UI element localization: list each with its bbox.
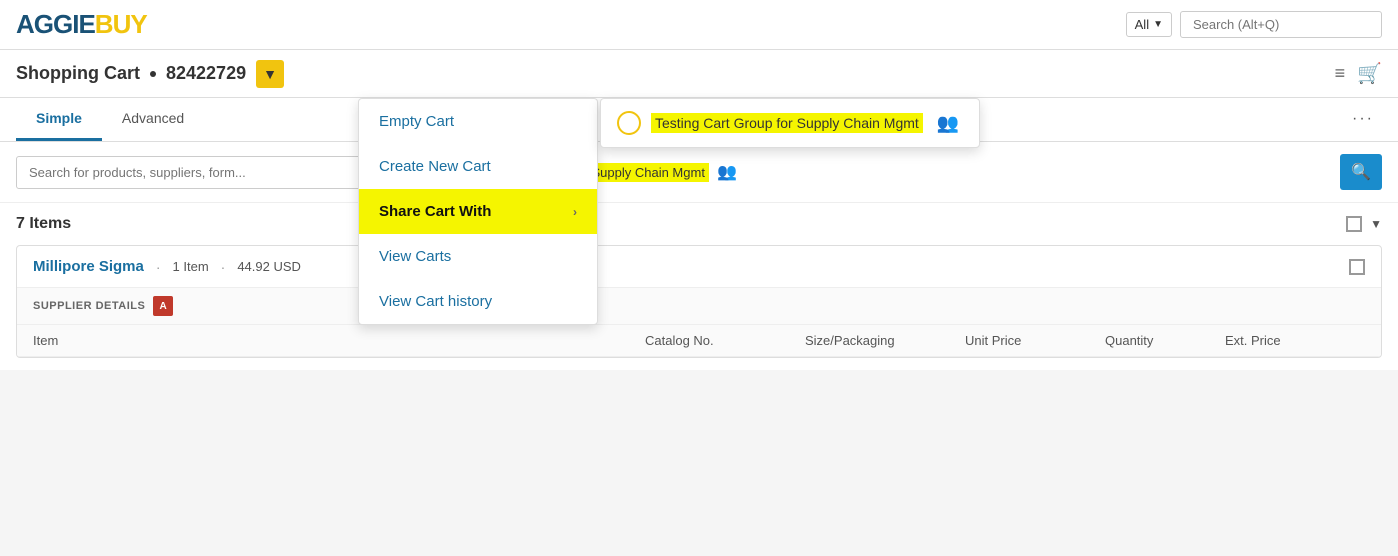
share-cart-group-text: Testing Cart Group for Supply Chain Mgmt (651, 113, 923, 133)
col-unit-price: Unit Price (965, 333, 1105, 348)
dropdown-arrow-icon: ▼ (263, 66, 277, 82)
cart-icon[interactable]: 🛒 (1357, 61, 1382, 86)
items-select-all[interactable]: ▼ (1346, 216, 1382, 232)
supplier-details-label: SUPPLIER DETAILS (33, 300, 145, 312)
col-catalog: Catalog No. (645, 333, 805, 348)
supplier-dot2: · (221, 259, 226, 275)
col-quantity: Quantity (1105, 333, 1225, 348)
cart-items-section: 7 Items ▼ Millipore Sigma · 1 Item · 44.… (0, 203, 1398, 370)
dropdown-item-view-carts[interactable]: View Carts (359, 234, 597, 279)
share-circle-icon (617, 111, 641, 135)
subheader: Shopping Cart 82422729 ▼ ≡ 🛒 Empty Cart … (0, 50, 1398, 98)
col-ext-price: Ext. Price (1225, 333, 1365, 348)
cart-dropdown-menu: Empty Cart Create New Cart Share Cart Wi… (358, 98, 598, 325)
menu-icon[interactable]: ≡ (1335, 63, 1346, 84)
app-header: AGGIE BUY All ▼ (0, 0, 1398, 50)
supplier-section: Millipore Sigma · 1 Item · 44.92 USD SUP… (16, 245, 1382, 358)
cart-dot (150, 71, 156, 77)
supplier-price: 44.92 USD (237, 259, 301, 274)
cart-title: Shopping Cart 82422729 ▼ (16, 60, 284, 88)
logo-aggie: AGGIE (16, 9, 95, 40)
logo-buy: BUY (95, 9, 147, 40)
tab-simple[interactable]: Simple (16, 98, 102, 141)
cart-number: 82422729 (166, 63, 246, 84)
supplier-name: Millipore Sigma (33, 258, 144, 275)
table-header: Item Catalog No. Size/Packaging Unit Pri… (17, 325, 1381, 357)
group-people-icon: 👥 (717, 162, 737, 182)
people-icon: 👥 (937, 113, 959, 134)
items-count: 7 Items (16, 215, 71, 233)
global-search-input[interactable] (1180, 11, 1382, 38)
chevron-right-icon: › (573, 205, 577, 219)
dropdown-item-create-new-cart[interactable]: Create New Cart (359, 144, 597, 189)
supplier-dot: · (156, 259, 161, 275)
product-search-row: Testing Cart Group for Supply Chain Mgmt… (0, 142, 1398, 203)
supplier-checkbox[interactable] (1349, 259, 1365, 275)
tabs-more-button[interactable]: ··· (1344, 98, 1382, 141)
dropdown-item-view-cart-history[interactable]: View Cart history (359, 279, 597, 324)
shopping-cart-label: Shopping Cart (16, 63, 140, 84)
search-button[interactable]: 🔍 (1340, 154, 1382, 190)
items-header: 7 Items ▼ (16, 215, 1382, 233)
header-right: All ▼ (1126, 11, 1382, 38)
select-all-checkbox[interactable] (1346, 216, 1362, 232)
col-size: Size/Packaging (805, 333, 965, 348)
search-icon: 🔍 (1351, 162, 1371, 182)
search-category-dropdown[interactable]: All ▼ (1126, 12, 1172, 37)
supplier-info: Millipore Sigma · 1 Item · 44.92 USD (33, 258, 301, 275)
select-all-dropdown-icon[interactable]: ▼ (1370, 217, 1382, 231)
supplier-header: Millipore Sigma · 1 Item · 44.92 USD (17, 246, 1381, 288)
share-cart-submenu: Testing Cart Group for Supply Chain Mgmt… (600, 98, 980, 148)
dropdown-item-empty-cart[interactable]: Empty Cart (359, 99, 597, 144)
supplier-details-bar: SUPPLIER DETAILS A (17, 288, 1381, 325)
dropdown-chevron-icon: ▼ (1153, 19, 1163, 30)
cart-dropdown-button[interactable]: ▼ (256, 60, 284, 88)
supplier-item-count: 1 Item (173, 259, 209, 274)
dropdown-item-share-cart[interactable]: Share Cart With › (359, 189, 597, 234)
logo: AGGIE BUY (16, 9, 147, 40)
col-item: Item (33, 333, 645, 348)
supplier-logo-icon: A (153, 296, 173, 316)
subheader-actions: ≡ 🛒 (1335, 61, 1382, 86)
tab-advanced[interactable]: Advanced (102, 98, 204, 141)
product-search-input[interactable] (16, 156, 416, 189)
